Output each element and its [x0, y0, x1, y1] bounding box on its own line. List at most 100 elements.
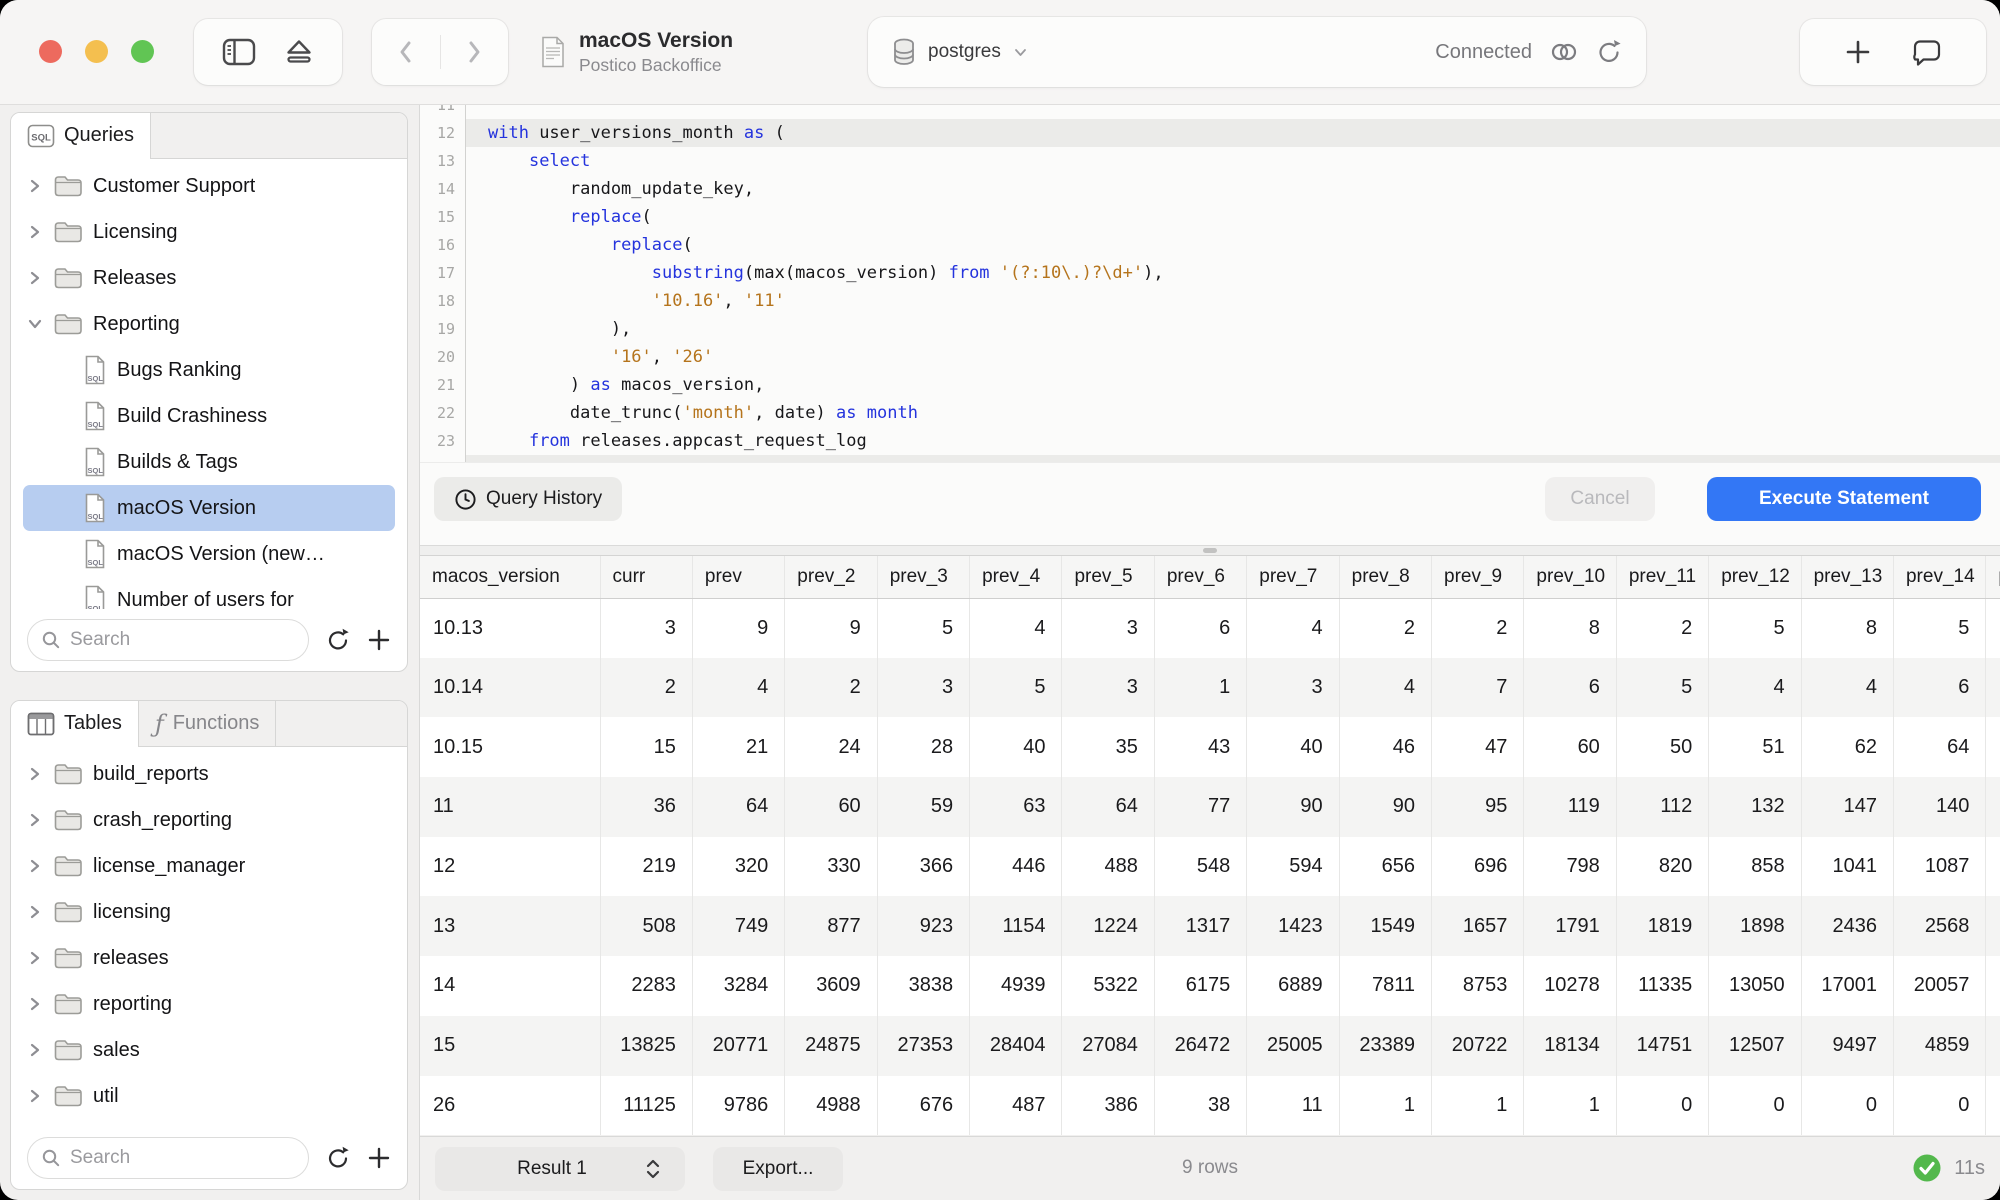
cell-macos-version[interactable]: 14 [420, 956, 600, 1016]
sidebar-item-license-manager[interactable]: license_manager [23, 843, 395, 889]
cell[interactable]: 5322 [1062, 956, 1154, 1016]
cell[interactable]: 219 [600, 837, 692, 897]
cell[interactable]: 77 [1154, 777, 1246, 837]
tables-search[interactable] [27, 1137, 309, 1179]
cell[interactable]: 18134 [1524, 1016, 1616, 1076]
chevron-right-icon[interactable] [27, 996, 43, 1012]
cell[interactable]: 9497 [1801, 1016, 1893, 1076]
column-header-prev-12[interactable]: prev_12 [1709, 556, 1801, 598]
add-button[interactable] [1845, 39, 1871, 65]
cell[interactable]: 60 [785, 777, 877, 837]
cell[interactable]: 35 [1062, 717, 1154, 777]
cell[interactable]: 64 [1893, 717, 1985, 777]
cell[interactable]: 3838 [877, 956, 969, 1016]
chevron-right-icon[interactable] [27, 766, 43, 782]
cell[interactable]: 1224 [1062, 896, 1154, 956]
sidebar-item-licensing[interactable]: Licensing [23, 209, 395, 255]
queries-search[interactable] [27, 619, 309, 661]
cell[interactable]: 9786 [692, 1076, 784, 1136]
cell-macos-version[interactable]: 15 [420, 1016, 600, 1076]
cell[interactable]: 4 [1709, 658, 1801, 718]
cell[interactable]: 62 [1801, 717, 1893, 777]
cell[interactable]: 3 [1062, 658, 1154, 718]
sidebar-item-build-crashiness[interactable]: SQLBuild Crashiness [23, 393, 395, 439]
cell[interactable]: 2436 [1801, 896, 1893, 956]
cell[interactable]: 2 [600, 658, 692, 718]
cell[interactable]: 9 [785, 598, 877, 658]
cell[interactable]: 5 [1893, 598, 1985, 658]
execute-statement-button[interactable]: Execute Statement [1707, 477, 1981, 521]
cell[interactable]: 27353 [877, 1016, 969, 1076]
cell[interactable]: 508 [600, 896, 692, 956]
sidebar-item-build-reports[interactable]: build_reports [23, 751, 395, 797]
column-header-prev-2[interactable]: prev_2 [785, 556, 877, 598]
cell[interactable]: 27084 [1062, 1016, 1154, 1076]
eject-icon[interactable] [284, 38, 314, 66]
cell[interactable] [1986, 1016, 2000, 1076]
cell[interactable]: 594 [1247, 837, 1339, 897]
plus-icon[interactable] [367, 1146, 391, 1170]
cell[interactable]: 3 [1062, 598, 1154, 658]
column-header-prev-6[interactable]: prev_6 [1154, 556, 1246, 598]
cell[interactable]: 923 [877, 896, 969, 956]
cell[interactable]: 10278 [1524, 956, 1616, 1016]
cell[interactable]: 140 [1893, 777, 1985, 837]
column-header-prev-3[interactable]: prev_3 [877, 556, 969, 598]
cell-macos-version[interactable]: 10.14 [420, 658, 600, 718]
sidebar-item-util[interactable]: util [23, 1073, 395, 1119]
cell[interactable]: 5 [877, 598, 969, 658]
cell[interactable]: 6 [1524, 658, 1616, 718]
cell[interactable]: 51 [1709, 717, 1801, 777]
chevron-down-icon[interactable] [27, 316, 43, 332]
column-header-prev-7[interactable]: prev_7 [1247, 556, 1339, 598]
cell[interactable]: 1 [1339, 1076, 1431, 1136]
cell[interactable]: 1791 [1524, 896, 1616, 956]
column-header-macos-version[interactable]: macos_version [420, 556, 600, 598]
cell[interactable]: 366 [877, 837, 969, 897]
cell[interactable]: 23389 [1339, 1016, 1431, 1076]
cell[interactable]: 13050 [1709, 956, 1801, 1016]
cell[interactable]: 12507 [1709, 1016, 1801, 1076]
sidebar-item-number-of-users-for[interactable]: SQLNumber of users for [23, 577, 395, 609]
chevron-right-icon[interactable] [27, 1088, 43, 1104]
cell[interactable]: 0 [1801, 1076, 1893, 1136]
cell[interactable]: 4 [1247, 598, 1339, 658]
sidebar-item-macos-version[interactable]: SQLmacOS Version [23, 485, 395, 531]
cell[interactable]: 20722 [1432, 1016, 1524, 1076]
cell[interactable]: 488 [1062, 837, 1154, 897]
cell[interactable]: 4 [970, 598, 1062, 658]
chevron-right-icon[interactable] [27, 270, 43, 286]
refresh-icon[interactable] [1596, 38, 1622, 66]
cell[interactable]: 820 [1616, 837, 1708, 897]
column-header-prev-4[interactable]: prev_4 [970, 556, 1062, 598]
cell-macos-version[interactable]: 12 [420, 837, 600, 897]
cell[interactable]: 2568 [1893, 896, 1985, 956]
cell[interactable] [1986, 896, 2000, 956]
cell[interactable]: 8753 [1432, 956, 1524, 1016]
cell[interactable]: 1041 [1801, 837, 1893, 897]
cell[interactable]: 95 [1432, 777, 1524, 837]
cell[interactable]: 3284 [692, 956, 784, 1016]
cell[interactable]: 4 [1339, 658, 1431, 718]
cell[interactable]: 1 [1154, 658, 1246, 718]
cancel-button[interactable]: Cancel [1545, 477, 1655, 521]
sidebar-item-sales[interactable]: sales [23, 1027, 395, 1073]
cell[interactable]: 26472 [1154, 1016, 1246, 1076]
comment-icon[interactable] [1912, 38, 1942, 66]
cell[interactable]: 1 [1432, 1076, 1524, 1136]
cell[interactable]: 2 [1339, 598, 1431, 658]
cell[interactable]: 0 [1616, 1076, 1708, 1136]
cell[interactable]: 59 [877, 777, 969, 837]
column-header-prev-14[interactable]: prev_14 [1893, 556, 1985, 598]
cell[interactable]: 656 [1339, 837, 1431, 897]
column-header-prev-9[interactable]: prev_9 [1432, 556, 1524, 598]
cell[interactable]: 446 [970, 837, 1062, 897]
cell[interactable]: 112 [1616, 777, 1708, 837]
cell[interactable]: 2 [1432, 598, 1524, 658]
cell[interactable]: 147 [1801, 777, 1893, 837]
cell[interactable]: 3 [877, 658, 969, 718]
cell[interactable]: 14751 [1616, 1016, 1708, 1076]
chevron-right-icon[interactable] [27, 178, 43, 194]
cell[interactable]: 20771 [692, 1016, 784, 1076]
cell[interactable]: 64 [692, 777, 784, 837]
